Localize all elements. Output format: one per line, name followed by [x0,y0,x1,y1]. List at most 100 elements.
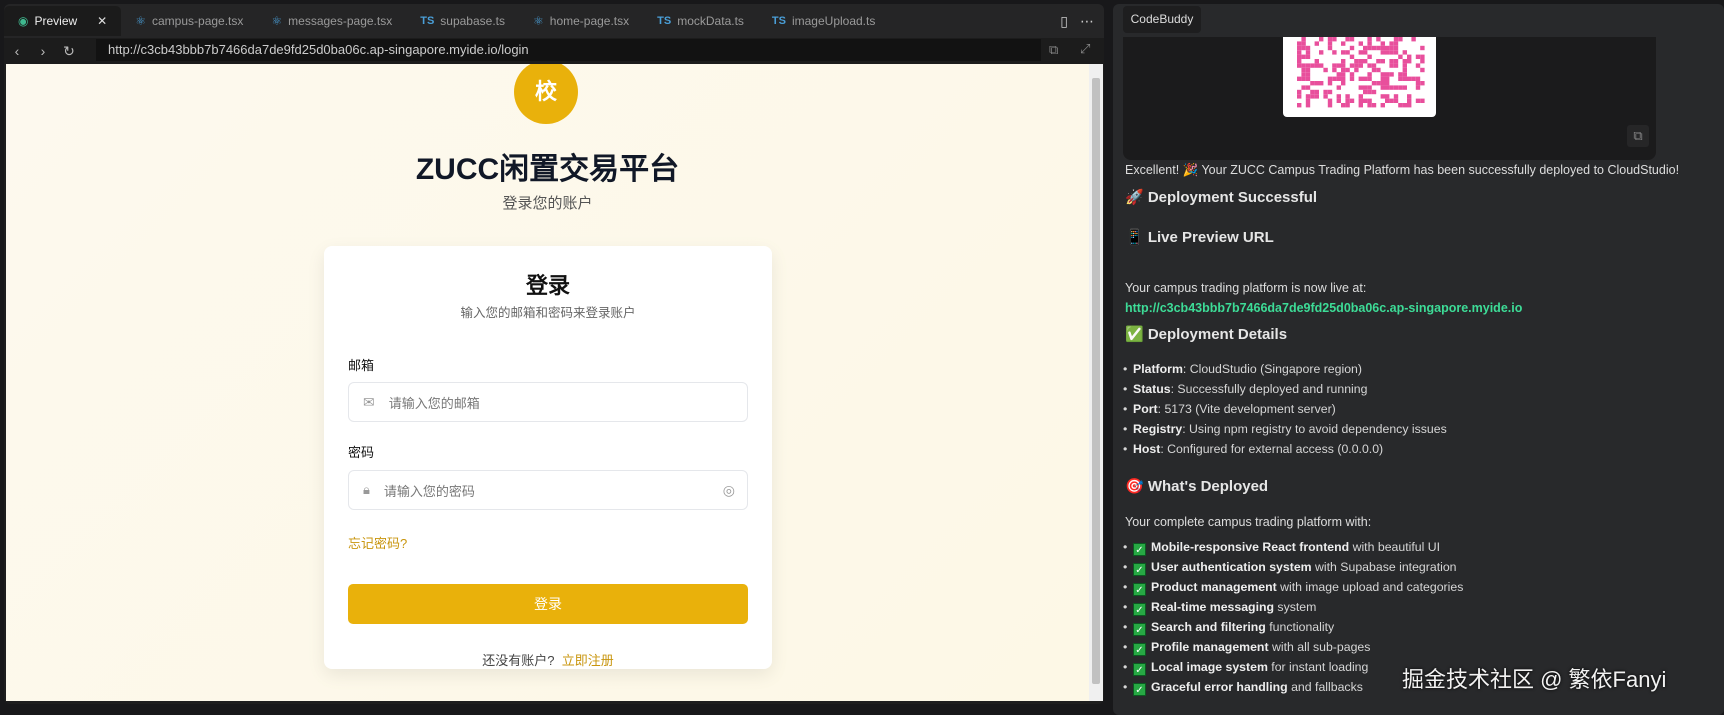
mail-icon: ✉ [363,393,375,410]
list-item: Port: 5173 (Vite development server) [1123,402,1336,416]
item-value: functionality [1265,620,1335,634]
check-icon: ✓ [1133,563,1146,576]
tab-imageupload[interactable]: TS imageUpload.ts [758,6,889,36]
list-item: ✓ Search and filtering functionality [1123,620,1335,636]
forgot-password-link[interactable]: 忘记密码? [348,533,407,552]
page-subtitle: 登录您的账户 [502,195,593,212]
back-icon[interactable]: ‹ [4,43,30,59]
login-card: 登录 输入您的邮箱和密码来登录账户 邮箱 ✉ 请输入您的邮箱 密码 🔒︎ 请输入您的… [324,246,772,669]
split-editor-icon[interactable]: ▯ [1060,13,1068,30]
list-item: Status: Successfully deployed and runnin… [1123,382,1368,396]
list-item: ✓ Product management with image upload an… [1123,580,1464,596]
email-field[interactable]: ✉ 请输入您的邮箱 [348,382,748,422]
url-input[interactable]: http://c3cb43bbb7b7466da7de9fd25d0ba06c.… [96,39,1041,61]
react-icon: ⚛ [533,14,544,28]
deployed-text: Your complete campus trading platform wi… [1125,515,1372,529]
tab-codebuddy[interactable]: CodeBuddy [1123,6,1201,33]
item-key: Profile management [1151,640,1269,654]
chat-panel: CodeBuddy ⧉ Excellent! 🎉 Your ZUCC Campu… [1113,4,1724,715]
editor-panel: ◉ Preview ✕ ⚛ campus-page.tsx ⚛ messages-pag… [4,4,1104,704]
item-value: : 5173 (Vite development server) [1157,402,1336,416]
check-icon: ✓ [1133,643,1146,656]
item-key: Real-time messaging [1151,600,1275,614]
list-item: Platform: CloudStudio (Singapore region) [1123,362,1362,376]
close-icon[interactable]: ✕ [97,14,107,28]
tab-preview[interactable]: ◉ Preview ✕ [4,6,122,36]
list-item: ✓ Graceful error handling and fallbacks [1123,680,1363,696]
live-text: Your campus trading platform is now live… [1125,281,1367,295]
tab-messages-page[interactable]: ⚛ messages-page.tsx [257,6,406,36]
list-item: ✓ Real-time messaging system [1123,600,1317,616]
item-value: and fallbacks [1287,680,1363,694]
live-url-link[interactable]: http://c3cb43bbb7b7466da7de9fd25d0ba06c.… [1125,301,1522,315]
tab-mockdata[interactable]: TS mockData.ts [643,6,758,36]
item-value: with image upload and categories [1276,580,1464,594]
item-value: : Using npm registry to avoid dependency… [1182,422,1447,436]
list-item: Host: Configured for external access (0.… [1123,442,1383,456]
list-item: ✓ Mobile-responsive React frontend with b… [1123,540,1441,556]
check-icon: ✓ [1133,623,1146,636]
url-bar: ‹ › ↻ http://c3cb43bbb7b7466da7de9fd25d0… [4,38,1104,64]
react-icon: ⚛ [135,14,146,28]
reload-icon[interactable]: ↻ [56,43,82,60]
lock-icon: 🔒︎ [363,482,370,497]
check-icon: ✓ [1133,663,1146,676]
item-key: Port [1133,402,1158,416]
register-prompt: 还没有账户? 立即注册 [482,653,614,668]
login-button[interactable]: 登录 [348,584,748,624]
intro-text: Excellent! 🎉 Your ZUCC Campus Trading Pl… [1125,163,1680,177]
item-value: with beautiful UI [1349,540,1441,554]
open-external-icon[interactable]: ⧉ [1049,42,1058,58]
copy-icon[interactable]: ⧉ [1627,125,1649,147]
card-title: 登录 [525,273,570,298]
email-label: 邮箱 [348,358,375,373]
item-key: Registry [1133,422,1183,436]
preview-viewport: 校 ZUCC闲置交易平台 登录您的账户 登录 输入您的邮箱和密码来登录账户 邮箱… [6,64,1089,701]
check-icon: ✓ [1133,603,1146,616]
password-field[interactable]: 🔒︎ 请输入您的密码 ◎ [348,470,748,510]
item-key: Host [1133,442,1161,456]
item-value: system [1274,600,1317,614]
heading-deployed: 🎯 What's Deployed [1125,478,1269,495]
qr-code-block: ⧉ [1123,37,1656,160]
heading-live-url: 📱 Live Preview URL [1125,229,1274,246]
eye-icon: ◉ [18,14,29,28]
heading-details: ✅ Deployment Details [1125,326,1288,343]
forward-icon[interactable]: › [30,43,56,59]
item-value: for instant loading [1267,660,1369,674]
item-key: Search and filtering [1151,620,1266,634]
list-item: ✓ Local image system for instant loading [1123,660,1369,676]
typescript-icon: TS [420,15,435,27]
scrollbar[interactable] [1089,64,1103,701]
list-item: ✓ User authentication system with Supabas… [1123,560,1457,576]
item-value: : Successfully deployed and running [1170,382,1368,396]
logo: 校 [514,64,578,124]
item-value: : CloudStudio (Singapore region) [1182,362,1362,376]
item-key: User authentication system [1151,560,1312,574]
eye-icon[interactable]: ◎ [723,482,735,499]
item-key: Status [1133,382,1171,396]
item-key: Product management [1151,580,1277,594]
item-value: with all sub-pages [1268,640,1371,654]
check-icon: ✓ [1133,583,1146,596]
tab-supabase[interactable]: TS supabase.ts [406,6,519,36]
tab-bar: ◉ Preview ✕ ⚛ campus-page.tsx ⚛ messages-pag… [4,4,1104,38]
check-icon: ✓ [1133,543,1146,556]
tab-campus-page[interactable]: ⚛ campus-page.tsx [121,6,257,36]
item-key: Mobile-responsive React frontend [1151,540,1350,554]
typescript-icon: TS [771,15,786,27]
scrollbar-thumb[interactable] [1092,78,1100,684]
password-label: 密码 [348,445,375,460]
list-item: ✓ Profile management with all sub-pages [1123,640,1371,656]
react-icon: ⚛ [271,14,283,28]
fullscreen-icon[interactable]: ⤢ [1080,41,1090,57]
qr-code-image [1297,37,1425,108]
item-key: Graceful error handling [1151,680,1288,694]
register-link[interactable]: 立即注册 [562,653,614,668]
item-key: Local image system [1151,660,1268,674]
more-icon[interactable]: ⋯ [1080,13,1094,30]
tab-home-page[interactable]: ⚛ home-page.tsx [519,6,643,36]
item-value: with Supabase integration [1311,560,1457,574]
card-subtitle: 输入您的邮箱和密码来登录账户 [460,306,636,320]
check-icon: ✓ [1133,683,1146,696]
